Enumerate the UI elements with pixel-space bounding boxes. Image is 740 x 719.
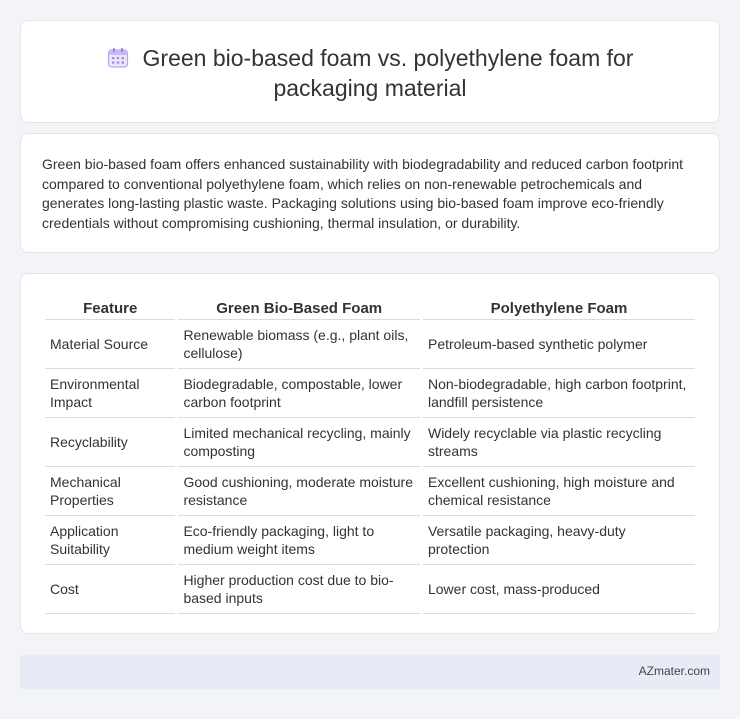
table-row: Recyclability Limited mechanical recycli… — [45, 418, 695, 467]
comparison-table: Feature Green Bio-Based Foam Polyethylen… — [42, 294, 698, 614]
feature-cell: Material Source — [45, 320, 176, 369]
bio-foam-cell: Eco-friendly packaging, light to medium … — [178, 516, 420, 565]
pe-foam-cell: Petroleum-based synthetic polymer — [422, 320, 695, 369]
table-row: Cost Higher production cost due to bio-b… — [45, 565, 695, 614]
table-row: Material Source Renewable biomass (e.g.,… — [45, 320, 695, 369]
pe-foam-cell: Lower cost, mass-produced — [422, 565, 695, 614]
feature-cell: Recyclability — [45, 418, 176, 467]
title-text: Green bio-based foam vs. polyethylene fo… — [142, 45, 634, 101]
footer-brand: AZmater.com — [638, 664, 710, 678]
pe-foam-cell: Non-biodegradable, high carbon footprint… — [422, 369, 695, 418]
bio-foam-cell: Good cushioning, moderate moisture resis… — [178, 467, 420, 516]
feature-cell: Application Suitability — [45, 516, 176, 565]
title-card: Green bio-based foam vs. polyethylene fo… — [20, 20, 720, 123]
column-header-bio-foam: Green Bio-Based Foam — [178, 294, 420, 320]
bio-foam-cell: Limited mechanical recycling, mainly com… — [178, 418, 420, 467]
feature-cell: Environmental Impact — [45, 369, 176, 418]
table-row: Application Suitability Eco-friendly pac… — [45, 516, 695, 565]
intro-card: Green bio-based foam offers enhanced sus… — [20, 133, 720, 253]
pe-foam-cell: Excellent cushioning, high moisture and … — [422, 467, 695, 516]
bio-foam-cell: Biodegradable, compostable, lower carbon… — [178, 369, 420, 418]
pe-foam-cell: Versatile packaging, heavy-duty protecti… — [422, 516, 695, 565]
table-header-row: Feature Green Bio-Based Foam Polyethylen… — [45, 294, 695, 320]
bio-foam-cell: Renewable biomass (e.g., plant oils, cel… — [178, 320, 420, 369]
pe-foam-cell: Widely recyclable via plastic recycling … — [422, 418, 695, 467]
footer-bar: AZmater.com — [20, 655, 720, 689]
bio-foam-cell: Higher production cost due to bio-based … — [178, 565, 420, 614]
comparison-card: Feature Green Bio-Based Foam Polyethylen… — [20, 273, 720, 634]
feature-cell: Mechanical Properties — [45, 467, 176, 516]
feature-cell: Cost — [45, 565, 176, 614]
table-row: Environmental Impact Biodegradable, comp… — [45, 369, 695, 418]
table-row: Mechanical Properties Good cushioning, m… — [45, 467, 695, 516]
column-header-pe-foam: Polyethylene Foam — [422, 294, 695, 320]
page-title: Green bio-based foam vs. polyethylene fo… — [21, 43, 719, 103]
intro-paragraph: Green bio-based foam offers enhanced sus… — [42, 156, 684, 231]
calendar-icon — [107, 48, 128, 68]
column-header-feature: Feature — [45, 294, 176, 320]
